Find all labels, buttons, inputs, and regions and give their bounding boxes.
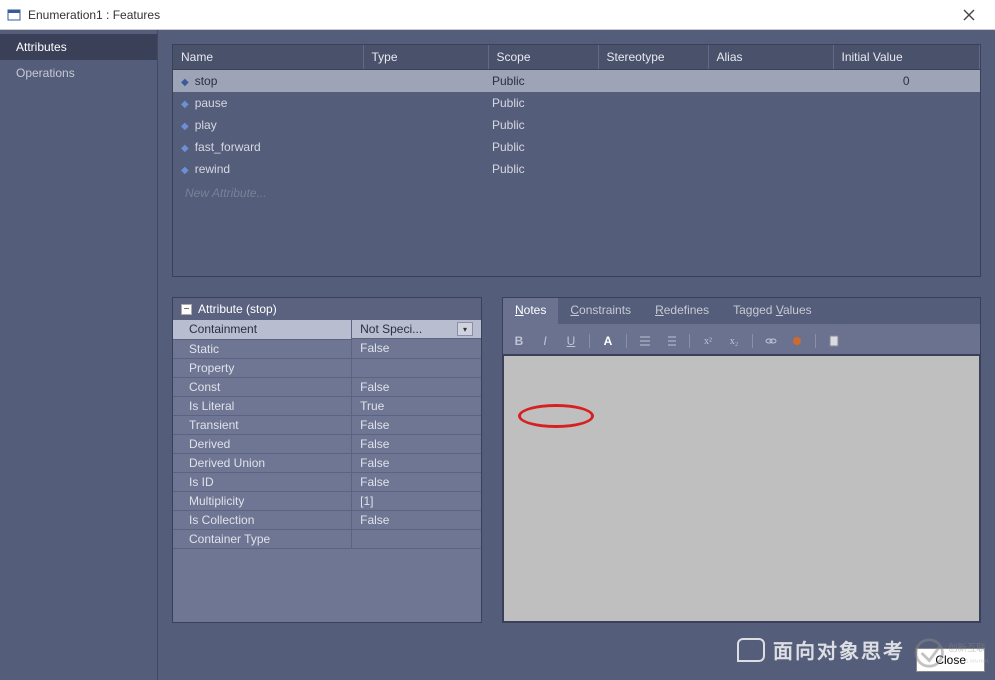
property-row[interactable]: Multiplicity[1]	[173, 491, 481, 510]
col-name[interactable]: Name	[173, 45, 363, 70]
property-row[interactable]: TransientFalse	[173, 415, 481, 434]
tab-tagged-values[interactable]: Tagged Values	[721, 298, 824, 324]
main-panel: Name Type Scope Stereotype Alias Initial…	[158, 30, 995, 680]
italic-button[interactable]: I	[535, 332, 555, 350]
sidebar-item-operations[interactable]: Operations	[0, 60, 157, 86]
document-button[interactable]	[824, 332, 844, 350]
tab-constraints[interactable]: Constraints	[558, 298, 643, 324]
titlebar: Enumeration1 : Features	[0, 0, 995, 30]
collapse-icon[interactable]: −	[181, 304, 192, 315]
table-row[interactable]: ◆stopPublic0	[173, 70, 980, 93]
notes-toolbar: B I U A x² x₂	[503, 328, 980, 355]
col-initial[interactable]: Initial Value	[833, 45, 980, 70]
window-close-button[interactable]	[949, 1, 989, 29]
dropdown-button[interactable]: ▾	[457, 322, 473, 336]
table-row[interactable]: ◆rewindPublic	[173, 158, 980, 180]
superscript-button[interactable]: x²	[698, 332, 718, 350]
insert-button[interactable]	[787, 332, 807, 350]
attribute-grid: Name Type Scope Stereotype Alias Initial…	[172, 44, 981, 277]
window-icon	[6, 7, 22, 23]
property-row[interactable]: DerivedFalse	[173, 434, 481, 453]
attribute-icon: ◆	[181, 99, 189, 110]
col-stereotype[interactable]: Stereotype	[598, 45, 708, 70]
table-row[interactable]: ◆fast_forwardPublic	[173, 136, 980, 158]
sidebar-item-attributes[interactable]: Attributes	[0, 34, 157, 60]
property-grid: − Attribute (stop) ContainmentNot Speci.…	[172, 297, 482, 623]
property-row[interactable]: ConstFalse	[173, 377, 481, 396]
property-row[interactable]: Container Type	[173, 529, 481, 548]
property-row[interactable]: Is CollectionFalse	[173, 510, 481, 529]
list-numbered-button[interactable]	[661, 332, 681, 350]
property-row[interactable]: Is IDFalse	[173, 472, 481, 491]
table-row[interactable]: ◆playPublic	[173, 114, 980, 136]
notes-text-area[interactable]	[503, 355, 980, 622]
attribute-icon: ◆	[181, 77, 189, 88]
property-row[interactable]: Derived UnionFalse	[173, 453, 481, 472]
property-row[interactable]: Is LiteralTrue	[173, 396, 481, 415]
new-attribute-placeholder[interactable]: New Attribute...	[173, 180, 980, 206]
property-grid-header[interactable]: − Attribute (stop)	[173, 298, 481, 320]
watermark-text: 面向对象思考	[737, 635, 905, 664]
attribute-icon: ◆	[181, 143, 189, 154]
col-type[interactable]: Type	[363, 45, 488, 70]
property-row[interactable]: ContainmentNot Speci...▾	[173, 320, 481, 339]
tab-redefines[interactable]: Redefines	[643, 298, 721, 324]
font-color-button[interactable]: A	[598, 332, 618, 350]
bold-button[interactable]: B	[509, 332, 529, 350]
hyperlink-button[interactable]	[761, 332, 781, 350]
grid-header-row: Name Type Scope Stereotype Alias Initial…	[173, 45, 980, 70]
notes-panel: Notes Constraints Redefines Tagged Value…	[502, 297, 981, 623]
close-button[interactable]: Close	[916, 648, 985, 672]
underline-button[interactable]: U	[561, 332, 581, 350]
table-row[interactable]: ◆pausePublic	[173, 92, 980, 114]
notes-tabs: Notes Constraints Redefines Tagged Value…	[503, 298, 980, 324]
attribute-icon: ◆	[181, 121, 189, 132]
property-row[interactable]: StaticFalse	[173, 339, 481, 358]
property-row[interactable]: Property	[173, 358, 481, 377]
col-scope[interactable]: Scope	[488, 45, 598, 70]
subscript-button[interactable]: x₂	[724, 332, 744, 350]
tab-notes[interactable]: Notes	[503, 298, 558, 324]
window-title: Enumeration1 : Features	[28, 8, 949, 22]
col-alias[interactable]: Alias	[708, 45, 833, 70]
attribute-icon: ◆	[181, 165, 189, 176]
list-button[interactable]	[635, 332, 655, 350]
sidebar: Attributes Operations	[0, 30, 158, 680]
